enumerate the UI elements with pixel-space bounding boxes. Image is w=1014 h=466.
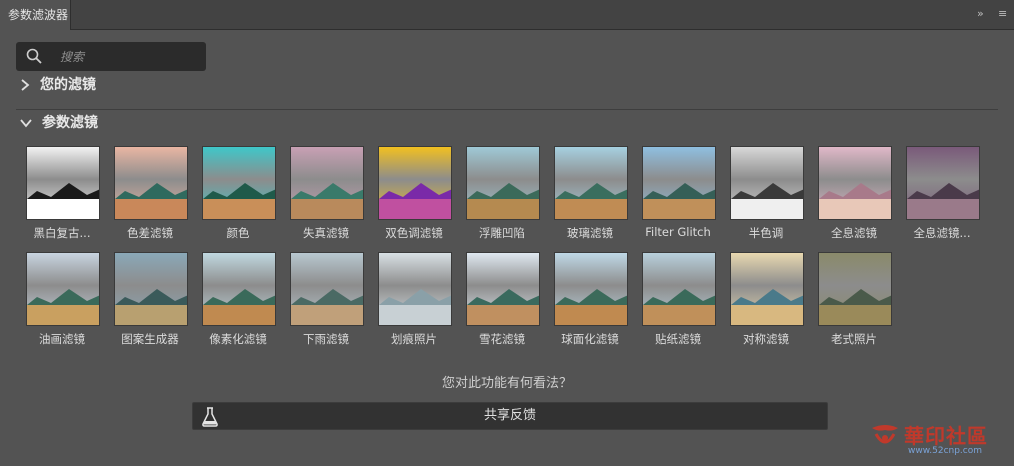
filter-thumbnail <box>26 146 100 220</box>
panel-tab-bar: 参数滤波器 » ≡ <box>0 0 1014 30</box>
search-box[interactable] <box>16 42 206 71</box>
section-my-filters-label: 您的滤镜 <box>40 77 96 93</box>
filter-tile[interactable]: 双色调滤镜 <box>378 146 452 240</box>
search-icon <box>26 48 42 64</box>
section-neural-filters-label: 参数滤镜 <box>42 115 98 131</box>
filter-thumbnail <box>290 146 364 220</box>
filter-label: 颜色 <box>226 226 250 240</box>
filter-thumbnail <box>818 252 892 326</box>
filter-label: 全息滤镜... <box>913 226 971 240</box>
filter-tile[interactable]: 贴纸滤镜 <box>642 252 716 346</box>
watermark-title: 華印社區 <box>904 424 988 448</box>
watermark-url: www.52cnp.com <box>908 446 983 456</box>
filter-thumbnail <box>642 146 716 220</box>
filter-label: 黑白复古... <box>33 226 91 240</box>
filter-thumbnail <box>466 252 540 326</box>
filter-tile[interactable]: 下雨滤镜 <box>290 252 364 346</box>
filter-label: 油画滤镜 <box>39 332 85 346</box>
filter-tile[interactable]: 像素化滤镜 <box>202 252 276 346</box>
filter-tile[interactable]: 对称滤镜 <box>730 252 804 346</box>
filter-tile[interactable]: 全息滤镜 <box>818 146 892 240</box>
filter-label: 像素化滤镜 <box>209 332 267 346</box>
filter-label: 划痕照片 <box>391 332 437 346</box>
chevron-right-icon <box>21 79 30 91</box>
filter-label: 球面化滤镜 <box>561 332 619 346</box>
filter-thumbnail <box>378 146 452 220</box>
filter-tile[interactable]: 图案生成器 <box>114 252 188 346</box>
filter-tile[interactable]: 球面化滤镜 <box>554 252 628 346</box>
filter-label: Filter Glitch <box>645 225 711 239</box>
filter-thumbnail <box>554 146 628 220</box>
filter-label: 色差滤镜 <box>127 226 173 240</box>
filter-thumbnail <box>642 252 716 326</box>
filter-label: 对称滤镜 <box>743 332 789 346</box>
search-input[interactable] <box>58 46 202 68</box>
filter-thumbnail <box>818 146 892 220</box>
filter-tile[interactable]: 色差滤镜 <box>114 146 188 240</box>
feedback-question: 您对此功能有何看法？ <box>441 376 572 391</box>
filter-tile[interactable]: 雪花滤镜 <box>466 252 540 346</box>
section-neural-filters[interactable]: 参数滤镜 <box>20 112 98 134</box>
filter-thumbnail <box>202 252 276 326</box>
expand-icon[interactable]: » <box>977 7 984 21</box>
filter-tile[interactable]: 失真滤镜 <box>290 146 364 240</box>
filter-tile[interactable]: 浮雕凹陷 <box>466 146 540 240</box>
tab-neural-filters[interactable]: 参数滤波器 <box>0 0 71 30</box>
filter-label: 老式照片 <box>831 332 877 346</box>
filter-tile[interactable]: 颜色 <box>202 146 276 240</box>
filter-thumbnail <box>202 146 276 220</box>
filter-thumbnail <box>26 252 100 326</box>
filter-label: 全息滤镜 <box>831 226 877 240</box>
chevron-down-icon <box>20 119 32 128</box>
filter-label: 雪花滤镜 <box>479 332 525 346</box>
watermark-emblem-icon <box>872 425 898 444</box>
filter-thumbnail <box>114 146 188 220</box>
section-divider <box>16 109 998 110</box>
filter-thumbnail <box>290 252 364 326</box>
filter-label: 贴纸滤镜 <box>655 332 701 346</box>
filter-tile[interactable]: 油画滤镜 <box>26 252 100 346</box>
filter-tile[interactable]: 黑白复古... <box>26 146 100 240</box>
filter-tile[interactable]: 全息滤镜... <box>906 146 980 240</box>
filter-label: 下雨滤镜 <box>303 332 349 346</box>
filter-tile[interactable]: 半色调 <box>730 146 804 240</box>
filter-thumbnail <box>378 252 452 326</box>
filter-thumbnail <box>906 146 980 220</box>
filter-label: 失真滤镜 <box>303 226 349 240</box>
filter-label: 浮雕凹陷 <box>479 226 525 240</box>
watermark-logo: 華印社區 www.52cnp.com <box>868 414 1008 464</box>
share-feedback-button[interactable]: 共享反馈 <box>192 402 828 430</box>
share-feedback-label: 共享反馈 <box>483 408 536 423</box>
filter-thumbnail <box>730 146 804 220</box>
filter-thumbnail <box>114 252 188 326</box>
filter-thumbnail <box>730 252 804 326</box>
filter-tile[interactable]: 划痕照片 <box>378 252 452 346</box>
filter-label: 双色调滤镜 <box>385 226 443 240</box>
filter-thumbnail <box>466 146 540 220</box>
filter-tile[interactable]: 玻璃滤镜 <box>554 146 628 240</box>
panel-menu-icon[interactable]: ≡ <box>998 7 1007 21</box>
section-my-filters[interactable]: 您的滤镜 <box>20 74 96 96</box>
filter-label: 玻璃滤镜 <box>567 226 613 240</box>
filter-tile[interactable]: 老式照片 <box>818 252 892 346</box>
filter-tile[interactable]: Filter Glitch <box>642 146 716 239</box>
filter-label: 图案生成器 <box>121 332 179 346</box>
filter-label: 半色调 <box>748 226 784 240</box>
filter-thumbnail <box>554 252 628 326</box>
